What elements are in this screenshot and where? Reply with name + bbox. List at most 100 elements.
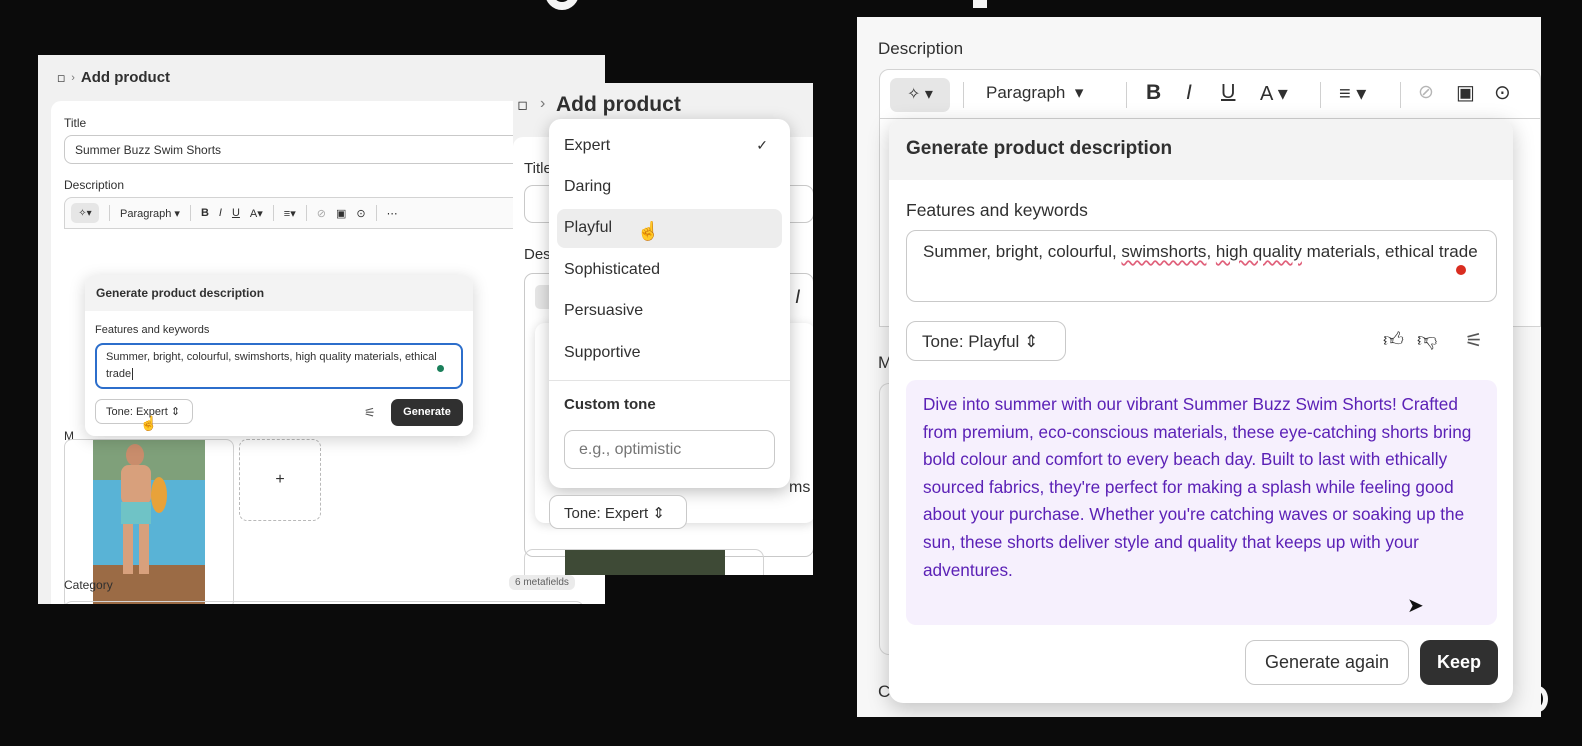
keywords-text: materials, ethical trade bbox=[1301, 242, 1478, 261]
generate-description-popover: Generate product description Features an… bbox=[889, 119, 1513, 703]
tone-option-playful[interactable]: Playful ☝ bbox=[557, 209, 782, 248]
ai-magic-button[interactable]: ✧▾ bbox=[71, 203, 99, 223]
keywords-label: Features and keywords bbox=[95, 324, 210, 336]
updown-chevron-icon: ⇕ bbox=[170, 406, 181, 418]
settings-sliders-icon[interactable]: ⚟ bbox=[364, 405, 376, 421]
tone-select-label: Tone: Playful bbox=[922, 332, 1020, 351]
image-icon[interactable]: ▣ bbox=[1456, 80, 1475, 105]
toolbar-divider bbox=[1320, 82, 1321, 108]
italic-icon[interactable]: I bbox=[795, 287, 800, 309]
hand-cursor-icon: ☝ bbox=[140, 415, 158, 431]
editor-toolbar: ✧ ▾ Paragraph ▾ B I U A ▾ ≡ ▾ ⊘ ▣ ⊙ bbox=[879, 69, 1541, 119]
checkmark-icon: ✓ bbox=[756, 137, 768, 153]
background-glyph bbox=[973, 0, 987, 8]
keywords-label: Features and keywords bbox=[906, 200, 1088, 220]
thumbs-down-icon[interactable]: 👎︎ bbox=[1417, 328, 1437, 352]
updown-chevron-icon: ⇕ bbox=[652, 505, 665, 522]
bold-icon[interactable]: B bbox=[201, 207, 209, 219]
italic-icon[interactable]: I bbox=[1186, 81, 1192, 105]
tone-option-label: Sophisticated bbox=[564, 261, 661, 278]
description-label: Des bbox=[524, 246, 551, 263]
media-strip bbox=[524, 549, 764, 575]
title-label: Title bbox=[524, 160, 552, 177]
more-icon[interactable]: ⋯ bbox=[387, 207, 398, 220]
video-icon[interactable]: ⊙ bbox=[356, 207, 365, 220]
mouse-pointer-icon: ➤ bbox=[1407, 595, 1424, 617]
tone-option-expert[interactable]: Expert ✓ bbox=[557, 127, 782, 166]
toolbar-divider bbox=[272, 205, 274, 221]
page-title: Add product bbox=[80, 69, 171, 86]
generated-description: Dive into summer with our vibrant Summer… bbox=[906, 380, 1497, 625]
title-label: Title bbox=[64, 116, 87, 130]
tone-option-persuasive[interactable]: Persuasive bbox=[557, 292, 782, 331]
hand-cursor-icon: ☝ bbox=[637, 221, 660, 241]
custom-tone-input[interactable] bbox=[564, 430, 775, 469]
toolbar-divider bbox=[305, 205, 307, 221]
updown-chevron-icon: ⇕ bbox=[1024, 332, 1039, 351]
keywords-text: , bbox=[1206, 242, 1216, 261]
tone-select-label: Tone: Expert bbox=[106, 406, 168, 418]
page-title: Add product bbox=[556, 93, 681, 116]
description-panel-large: Description ✧ ▾ Paragraph ▾ B I U A ▾ ≡ … bbox=[857, 17, 1541, 717]
paragraph-select[interactable]: Paragraph ▾ bbox=[986, 83, 1083, 103]
image-icon[interactable]: ▣ bbox=[336, 207, 346, 220]
tone-option-label: Daring bbox=[564, 178, 612, 195]
ai-magic-button[interactable]: ✧ ▾ bbox=[890, 78, 950, 112]
toolbar-divider bbox=[963, 82, 964, 108]
category-input[interactable] bbox=[64, 601, 584, 604]
generate-button[interactable]: Generate bbox=[391, 399, 463, 426]
tone-option-daring[interactable]: Daring bbox=[557, 168, 782, 207]
settings-sliders-icon[interactable]: ⚟ bbox=[1465, 328, 1483, 353]
breadcrumb-chevron-icon: › bbox=[71, 71, 75, 84]
popover-title: Generate product description bbox=[889, 119, 1513, 180]
partial-keywords-text: ms bbox=[789, 479, 811, 496]
keywords-textarea[interactable]: Summer, bright, colourful, swimshorts, h… bbox=[95, 343, 463, 389]
toolbar-divider bbox=[189, 205, 191, 221]
add-media-button[interactable]: + bbox=[239, 439, 321, 521]
keywords-text: Summer, bright, colourful, bbox=[923, 242, 1122, 261]
link-icon[interactable]: ⊘ bbox=[317, 207, 326, 220]
thumbs-up-icon[interactable]: 👍︎ bbox=[1383, 328, 1404, 352]
text-color-icon[interactable]: A▾ bbox=[250, 207, 263, 220]
tone-dropdown: Expert ✓ Daring Playful ☝ Sophisticated Pe… bbox=[549, 119, 790, 488]
text-color-icon[interactable]: A ▾ bbox=[1260, 81, 1288, 106]
italic-icon[interactable]: I bbox=[219, 207, 222, 219]
link-icon[interactable]: ⊘ bbox=[1418, 81, 1434, 104]
tone-option-label: Supportive bbox=[564, 344, 641, 361]
tone-select-label: Tone: Expert bbox=[564, 505, 649, 522]
underline-icon[interactable]: U bbox=[1221, 81, 1235, 104]
breadcrumb-chevron-icon: › bbox=[540, 95, 546, 112]
tone-select[interactable]: Tone: Playful ⇕ bbox=[906, 321, 1066, 361]
metafields-badge: 6 metafields bbox=[509, 575, 575, 590]
tone-option-sophisticated[interactable]: Sophisticated bbox=[557, 251, 782, 290]
tone-option-label: Persuasive bbox=[564, 302, 644, 319]
video-icon[interactable]: ⊙ bbox=[1494, 80, 1511, 105]
keep-button[interactable]: Keep bbox=[1420, 640, 1498, 685]
tone-select[interactable]: Tone: Expert ⇕ bbox=[549, 495, 687, 529]
custom-tone-label: Custom tone bbox=[564, 396, 656, 413]
background-glyph bbox=[545, 0, 579, 10]
description-label: Description bbox=[64, 178, 125, 192]
tag-icon: ◇ bbox=[513, 95, 533, 116]
underline-icon[interactable]: U bbox=[232, 207, 240, 219]
bold-icon[interactable]: B bbox=[1146, 81, 1161, 105]
editor-toolbar: ✧▾ Paragraph ▾ B I U A▾ ≡▾ ⊘ ▣ ⊙ ⋯ bbox=[64, 197, 584, 229]
tone-option-supportive[interactable]: Supportive bbox=[557, 334, 782, 373]
category-label: Category bbox=[64, 578, 113, 592]
title-input[interactable]: Summer Buzz Swim Shorts bbox=[64, 135, 584, 164]
toolbar-divider bbox=[109, 205, 110, 221]
keywords-textarea[interactable]: Summer, bright, colourful, swimshorts, h… bbox=[906, 230, 1497, 302]
misspelled-word: swimshorts bbox=[1121, 242, 1207, 261]
product-image-partial[interactable] bbox=[565, 550, 725, 575]
tag-icon: ◇ bbox=[52, 69, 69, 86]
text-cursor bbox=[132, 368, 134, 380]
generate-again-button[interactable]: Generate again bbox=[1245, 640, 1409, 685]
generate-description-popover: Generate product description Features an… bbox=[85, 275, 473, 436]
align-icon[interactable]: ≡▾ bbox=[284, 207, 296, 220]
align-icon[interactable]: ≡ ▾ bbox=[1339, 81, 1366, 106]
paragraph-select-label: Paragraph bbox=[986, 83, 1066, 102]
toolbar-divider bbox=[375, 205, 377, 221]
keywords-text: Summer, bright, colourful, swimshorts, h… bbox=[106, 351, 437, 380]
description-label: Description bbox=[878, 39, 964, 58]
paragraph-select[interactable]: Paragraph ▾ bbox=[120, 207, 180, 220]
